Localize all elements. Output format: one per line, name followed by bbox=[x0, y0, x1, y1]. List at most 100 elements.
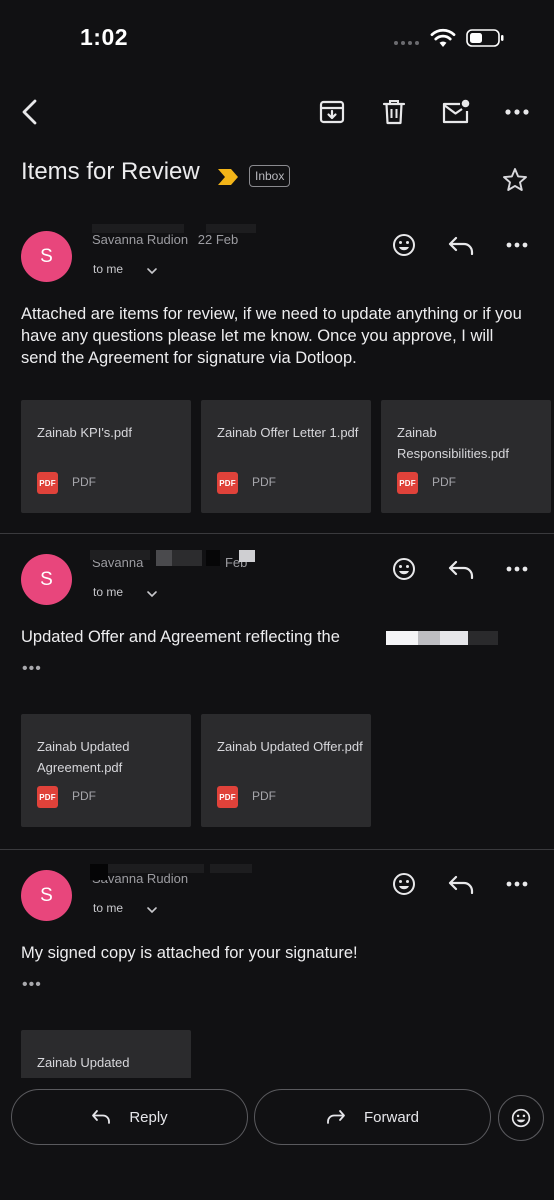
attachment-name: Zainab Updated Offer.pdf bbox=[217, 739, 363, 754]
back-button[interactable] bbox=[10, 90, 50, 134]
star-outline-icon[interactable] bbox=[501, 166, 529, 194]
more-horizontal-icon bbox=[505, 109, 529, 115]
message-2: S Savanna Feb to me Updated Offer and Ag… bbox=[0, 540, 554, 848]
cellular-signal-icon bbox=[394, 40, 422, 46]
sender-line: Savanna Rudion 22 Feb bbox=[92, 232, 238, 250]
redaction bbox=[418, 631, 440, 645]
redaction bbox=[239, 550, 255, 562]
redaction bbox=[210, 864, 252, 873]
attachment-name: Zainab Offer Letter 1.pdf bbox=[217, 425, 359, 440]
pdf-file-icon: PDF bbox=[37, 472, 58, 494]
attachment-type: PDF bbox=[252, 475, 276, 489]
message-date: 22 Feb bbox=[197, 232, 239, 247]
message-more-button[interactable] bbox=[497, 549, 537, 589]
sender-avatar[interactable]: S bbox=[21, 554, 72, 605]
attachment-card[interactable]: Zainab Updated Agreement.pdf PDF PDF bbox=[21, 714, 191, 827]
redaction bbox=[468, 631, 498, 645]
react-button[interactable] bbox=[384, 549, 424, 589]
redaction bbox=[156, 550, 172, 566]
redaction bbox=[92, 224, 184, 233]
sender-avatar[interactable]: S bbox=[21, 231, 72, 282]
pdf-file-icon: PDF bbox=[217, 786, 238, 808]
chevron-down-icon[interactable] bbox=[146, 905, 158, 915]
message-divider bbox=[0, 849, 554, 850]
chevron-down-icon[interactable] bbox=[146, 266, 158, 276]
back-arrow-icon bbox=[22, 99, 37, 125]
react-button[interactable] bbox=[384, 225, 424, 265]
attachment-card[interactable]: Zainab Updated bbox=[21, 1030, 191, 1078]
forward-label: Forward bbox=[363, 1108, 419, 1126]
reply-pill-button[interactable]: Reply bbox=[11, 1089, 248, 1145]
message-1: S Savanna Rudion 22 Feb to me Attached a… bbox=[0, 216, 554, 532]
forward-icon bbox=[327, 1110, 345, 1124]
redaction bbox=[206, 224, 256, 233]
toolbar bbox=[0, 90, 554, 136]
reply-button[interactable] bbox=[441, 549, 481, 589]
battery-icon bbox=[466, 29, 504, 47]
attachment-card[interactable]: Zainab KPI's.pdf PDF PDF bbox=[21, 400, 191, 513]
message-more-button[interactable] bbox=[497, 225, 537, 265]
forward-pill-button[interactable]: Forward bbox=[254, 1089, 491, 1145]
reply-icon bbox=[448, 560, 474, 579]
mark-unread-button[interactable] bbox=[436, 90, 476, 134]
subject-row: Items for Review Inbox bbox=[21, 156, 541, 196]
redaction bbox=[90, 550, 150, 560]
sender-name: Savanna Rudion bbox=[92, 232, 189, 247]
message-more-button[interactable] bbox=[497, 864, 537, 904]
subject-title: Items for Review bbox=[21, 158, 200, 185]
sender-avatar[interactable]: S bbox=[21, 870, 72, 921]
reply-button[interactable] bbox=[441, 225, 481, 265]
redaction bbox=[172, 550, 202, 566]
recipient-label[interactable]: to me bbox=[93, 901, 123, 915]
wifi-icon bbox=[430, 28, 456, 47]
redaction bbox=[206, 550, 220, 566]
attachment-card[interactable]: Zainab Updated Offer.pdf PDF PDF bbox=[201, 714, 371, 827]
attachment-type: PDF bbox=[72, 789, 96, 803]
status-time: 1:02 bbox=[80, 24, 129, 50]
message-3: S Savanna Rudion to me My signed copy is… bbox=[0, 856, 554, 1078]
react-button[interactable] bbox=[384, 864, 424, 904]
react-pill-button[interactable] bbox=[498, 1095, 544, 1141]
recipient-label[interactable]: to me bbox=[93, 262, 123, 276]
mail-unread-icon bbox=[442, 99, 470, 124]
attachment-card[interactable]: Zainab Offer Letter 1.pdf PDF PDF bbox=[201, 400, 371, 513]
chevron-down-icon[interactable] bbox=[146, 589, 158, 599]
inbox-label-chip[interactable]: Inbox bbox=[249, 165, 291, 187]
more-options-button[interactable] bbox=[497, 90, 537, 134]
archive-icon bbox=[319, 100, 345, 124]
expand-quoted-button[interactable]: ••• bbox=[22, 976, 42, 994]
reply-icon bbox=[448, 875, 474, 894]
message-body: Attached are items for review, if we nee… bbox=[21, 305, 522, 367]
message-body: Updated Offer and Agreement reflecting t… bbox=[21, 628, 340, 646]
attachment-type: PDF bbox=[252, 789, 276, 803]
pdf-file-icon: PDF bbox=[37, 786, 58, 808]
message-body: My signed copy is attached for your sign… bbox=[21, 944, 358, 962]
reply-label: Reply bbox=[129, 1108, 168, 1126]
bottom-action-bar: Reply Forward bbox=[0, 1078, 554, 1200]
attachment-name: Zainab Responsibilities.pdf bbox=[397, 425, 510, 461]
redaction bbox=[386, 631, 418, 645]
delete-button[interactable] bbox=[374, 90, 414, 134]
reply-button[interactable] bbox=[441, 864, 481, 904]
pdf-file-icon: PDF bbox=[217, 472, 238, 494]
status-bar: 1:02 bbox=[0, 0, 554, 76]
redaction bbox=[108, 864, 204, 873]
importance-marker-icon[interactable] bbox=[217, 168, 239, 186]
attachment-type: PDF bbox=[72, 475, 96, 489]
pdf-file-icon: PDF bbox=[397, 472, 418, 494]
recipient-label[interactable]: to me bbox=[93, 585, 123, 599]
redaction bbox=[90, 864, 108, 880]
emoji-reaction-icon bbox=[393, 558, 415, 580]
expand-quoted-button[interactable]: ••• bbox=[22, 660, 42, 678]
message-divider bbox=[0, 533, 554, 534]
more-horizontal-icon bbox=[506, 242, 528, 248]
attachment-name: Zainab KPI's.pdf bbox=[37, 425, 132, 440]
emoji-reaction-icon bbox=[511, 1108, 531, 1128]
archive-button[interactable] bbox=[312, 90, 352, 134]
emoji-reaction-icon bbox=[393, 234, 415, 256]
more-horizontal-icon bbox=[506, 566, 528, 572]
attachment-name: Zainab Updated bbox=[37, 1055, 130, 1070]
attachment-name: Zainab Updated Agreement.pdf bbox=[37, 739, 130, 775]
attachment-card[interactable]: Zainab Responsibilities.pdf PDF PDF bbox=[381, 400, 551, 513]
trash-icon bbox=[382, 100, 406, 125]
